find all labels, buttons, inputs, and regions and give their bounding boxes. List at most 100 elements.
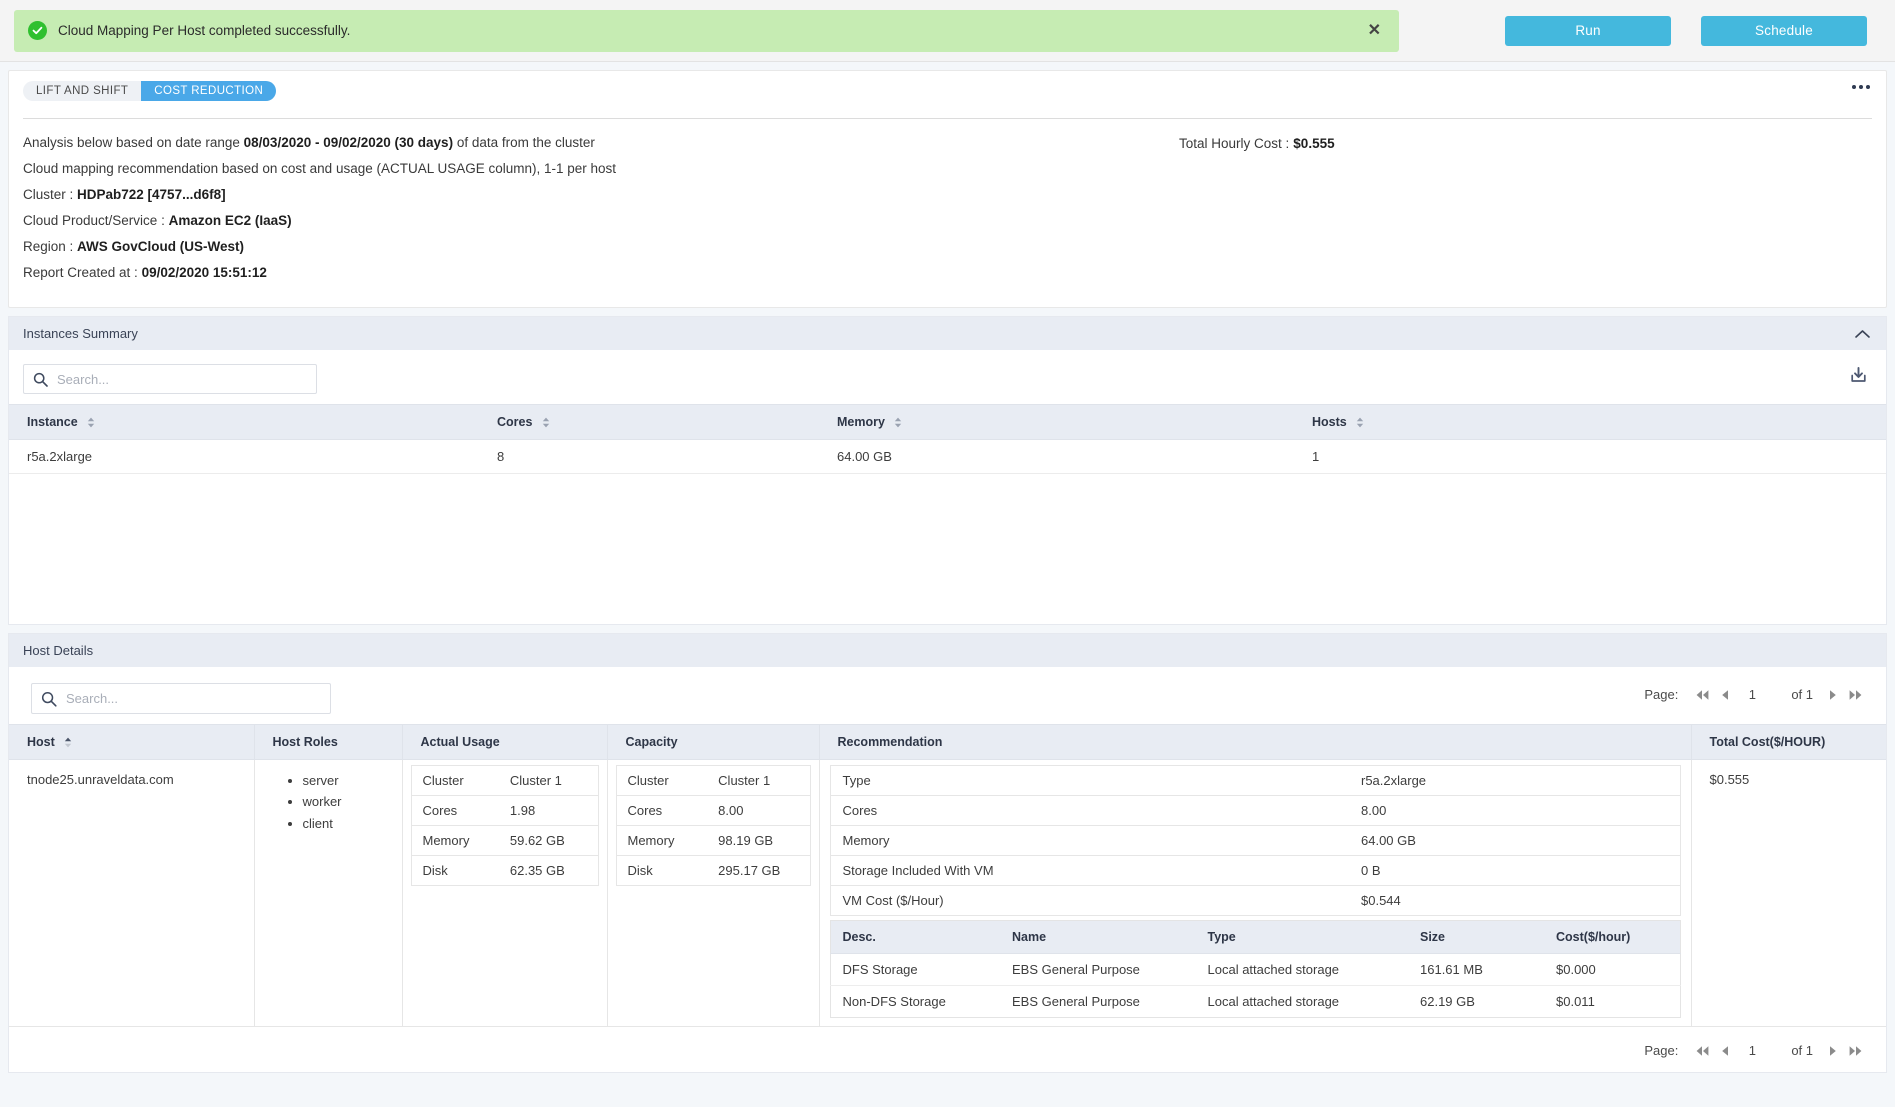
value-memory: 64.00 GB bbox=[1357, 825, 1680, 856]
key-disk: Disk bbox=[422, 863, 448, 878]
value-type: r5a.2xlarge bbox=[1357, 765, 1680, 796]
key-type: Type bbox=[830, 765, 1357, 796]
host-name: tnode25.unraveldata.com bbox=[27, 772, 174, 787]
table-row: Disk 295.17 GB bbox=[616, 856, 810, 886]
region-label: Region : bbox=[23, 239, 78, 254]
host-search-box[interactable] bbox=[31, 683, 331, 714]
total-hourly-cost-label: Total Hourly Cost : bbox=[1179, 136, 1290, 151]
table-header-row: Desc. Name Type Size Cost($/hour) bbox=[830, 920, 1680, 954]
table-row: Disk 62.35 GB bbox=[411, 856, 598, 886]
last-page-icon[interactable] bbox=[1843, 1045, 1868, 1057]
column-label: Hosts bbox=[1312, 415, 1347, 429]
key-cluster: Cluster bbox=[411, 765, 499, 796]
download-icon[interactable] bbox=[1849, 366, 1868, 385]
table-row[interactable]: r5a.2xlarge 8 64.00 GB 1 bbox=[9, 439, 1886, 474]
cell-desc: DFS Storage bbox=[830, 953, 1000, 986]
instances-summary-table: Instance Cores Memory Hosts r5a.2xlarge … bbox=[9, 404, 1886, 474]
list-item: worker bbox=[303, 791, 402, 812]
total-hourly-cost-value: $0.555 bbox=[1293, 136, 1335, 151]
column-header-instance[interactable]: Instance bbox=[9, 404, 479, 440]
cell-cost: $0.011 bbox=[1556, 994, 1595, 1009]
search-icon bbox=[41, 691, 57, 707]
pager-current-page[interactable]: 1 bbox=[1735, 1043, 1769, 1058]
cell-size: 161.61 MB bbox=[1408, 953, 1544, 986]
pager-label: Page: bbox=[1644, 1043, 1679, 1058]
report-created-value: 09/02/2020 15:51:12 bbox=[141, 265, 267, 280]
column-header-cores[interactable]: Cores bbox=[479, 404, 819, 440]
column-header-hosts[interactable]: Hosts bbox=[1294, 404, 1886, 440]
table-row[interactable]: tnode25.unraveldata.com server worker cl… bbox=[9, 759, 1886, 1027]
value-disk: 62.35 GB bbox=[509, 863, 565, 878]
report-info: Analysis below based on date range 08/03… bbox=[9, 119, 1886, 307]
key-memory: Memory bbox=[830, 825, 1357, 856]
cell-desc: Non-DFS Storage bbox=[842, 994, 946, 1009]
tab-lift-and-shift[interactable]: LIFT AND SHIFT bbox=[23, 81, 142, 101]
report-created-line: Report Created at : 09/02/2020 15:51:12 bbox=[23, 265, 1872, 280]
host-search-input[interactable] bbox=[64, 690, 321, 707]
chevron-up-icon[interactable] bbox=[1855, 329, 1870, 338]
column-header-memory[interactable]: Memory bbox=[819, 404, 1294, 440]
product-value: Amazon EC2 (IaaS) bbox=[168, 213, 292, 228]
sort-icon[interactable] bbox=[1356, 417, 1364, 428]
instances-search-input[interactable] bbox=[55, 370, 307, 388]
analysis-date-range-line: Analysis below based on date range 08/03… bbox=[23, 135, 1872, 150]
host-pagination-top: Page: 1 of 1 bbox=[1644, 687, 1868, 702]
sort-icon[interactable] bbox=[87, 417, 95, 428]
column-header-capacity[interactable]: Capacity bbox=[607, 724, 820, 760]
cluster-value: HDPab722 [4757...d6f8] bbox=[77, 187, 226, 202]
host-details-panel: Host Details Page: 1 of 1 bbox=[8, 633, 1887, 1073]
column-header-host-roles[interactable]: Host Roles bbox=[254, 724, 403, 760]
host-search-row: Page: 1 of 1 bbox=[9, 667, 1886, 724]
pager-current-page[interactable]: 1 bbox=[1735, 687, 1769, 702]
value-cluster: Cluster 1 bbox=[498, 765, 598, 796]
column-header-name: Name bbox=[1000, 920, 1196, 954]
prev-page-icon[interactable] bbox=[1715, 1045, 1735, 1057]
sort-asc-icon[interactable] bbox=[64, 737, 72, 748]
column-header-size: Size bbox=[1408, 920, 1544, 954]
column-header-actual-usage[interactable]: Actual Usage bbox=[402, 724, 608, 760]
column-header-recommendation[interactable]: Recommendation bbox=[819, 724, 1692, 760]
alert-bar: Cloud Mapping Per Host completed success… bbox=[0, 0, 1895, 62]
value-memory: 98.19 GB bbox=[707, 825, 810, 856]
pager-total-pages: of 1 bbox=[1791, 1043, 1813, 1058]
tab-cost-reduction[interactable]: COST REDUCTION bbox=[141, 81, 277, 101]
recommendation-basis-line: Cloud mapping recommendation based on co… bbox=[23, 161, 617, 176]
column-header-type: Type bbox=[1195, 920, 1408, 954]
table-row: Cluster Cluster 1 bbox=[411, 765, 598, 796]
column-header-host[interactable]: Host bbox=[9, 724, 255, 760]
cell-size: 62.19 GB bbox=[1420, 994, 1475, 1009]
sort-icon[interactable] bbox=[894, 417, 902, 428]
toolbar-actions: Run Schedule bbox=[1505, 15, 1881, 46]
region-line: Region : AWS GovCloud (US-West) bbox=[23, 239, 1872, 254]
column-label: Memory bbox=[837, 415, 885, 429]
column-label: Host bbox=[27, 735, 55, 749]
recommendation-table: Type r5a.2xlarge Cores 8.00 Memory 64.00… bbox=[829, 765, 1681, 916]
instances-table-empty-space bbox=[9, 474, 1886, 624]
host-details-header: Host Details bbox=[9, 634, 1886, 667]
table-row: Memory 98.19 GB bbox=[616, 825, 810, 856]
next-page-icon[interactable] bbox=[1823, 689, 1843, 701]
run-button[interactable]: Run bbox=[1505, 15, 1671, 46]
instances-search-box[interactable] bbox=[23, 364, 317, 394]
column-header-total-cost[interactable]: Total Cost($/HOUR) bbox=[1691, 724, 1886, 760]
cell-instance: r5a.2xlarge bbox=[9, 439, 479, 474]
cell-cores: 8 bbox=[479, 439, 819, 474]
list-item: server bbox=[303, 770, 402, 791]
table-row: Cores 8.00 bbox=[616, 795, 810, 826]
first-page-icon[interactable] bbox=[1690, 689, 1715, 701]
sort-icon[interactable] bbox=[542, 417, 550, 428]
alert-close-button[interactable]: ✕ bbox=[1364, 21, 1385, 41]
cell-host-roles: server worker client bbox=[254, 759, 403, 1027]
column-label: Instance bbox=[27, 415, 78, 429]
more-options-icon[interactable] bbox=[1852, 85, 1870, 89]
cell-cost: $0.000 bbox=[1544, 953, 1680, 986]
cell-capacity: Cluster Cluster 1 Cores 8.00 Memory 98.1… bbox=[607, 759, 820, 1027]
last-page-icon[interactable] bbox=[1843, 689, 1868, 701]
value-storage-included: 0 B bbox=[1357, 855, 1680, 886]
first-page-icon[interactable] bbox=[1690, 1045, 1715, 1057]
prev-page-icon[interactable] bbox=[1715, 689, 1735, 701]
next-page-icon[interactable] bbox=[1823, 1045, 1843, 1057]
schedule-button[interactable]: Schedule bbox=[1701, 15, 1867, 46]
cell-type: Local attached storage bbox=[1195, 953, 1408, 986]
host-details-body: Page: 1 of 1 Host Host Roles Actual Usag… bbox=[9, 667, 1886, 1072]
